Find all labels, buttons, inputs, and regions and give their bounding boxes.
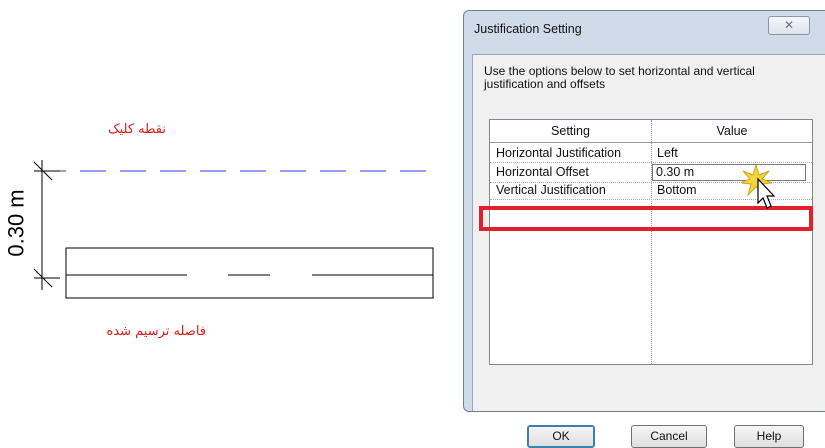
close-icon: ✕	[783, 18, 795, 32]
drawing-area: نقطه کلیک فاصله ترسیم شده 0.30 m	[0, 0, 450, 415]
dialog-description: Use the options below to set horizontal …	[484, 64, 755, 91]
dialog-title: Justification Setting	[474, 22, 582, 36]
help-button[interactable]: Help	[734, 425, 804, 448]
drawn-wall-rect	[65, 247, 434, 299]
column-header-value: Value	[716, 124, 748, 138]
click-point-label: نقطه کلیک	[107, 122, 166, 137]
close-button[interactable]: ✕	[768, 16, 810, 35]
dialog-client-area: Use the options below to set horizontal …	[472, 54, 825, 448]
setting-cell: Horizontal Justification	[496, 146, 622, 160]
table-row[interactable]: Horizontal Justification Left	[490, 144, 812, 163]
drawn-distance-label: فاصله ترسیم شده	[106, 324, 206, 339]
setting-cell: Vertical Justification	[496, 183, 606, 197]
settings-table: Setting Value Horizontal Justification L…	[489, 119, 813, 365]
mouse-cursor-icon	[742, 165, 776, 209]
column-header-setting: Setting	[551, 124, 590, 138]
value-cell[interactable]: Bottom	[657, 181, 697, 200]
setting-cell: Horizontal Offset	[496, 165, 589, 179]
drawing-canvas	[33, 160, 434, 299]
ok-button[interactable]: OK	[527, 425, 595, 448]
cancel-button[interactable]: Cancel	[631, 425, 707, 448]
value-cell[interactable]: Left	[657, 144, 678, 163]
dimension-value-text: 0.30 m	[4, 189, 30, 257]
horizontal-offset-input[interactable]: 0.30 m	[652, 164, 806, 181]
dimension-value: 0.30 m	[4, 188, 30, 258]
